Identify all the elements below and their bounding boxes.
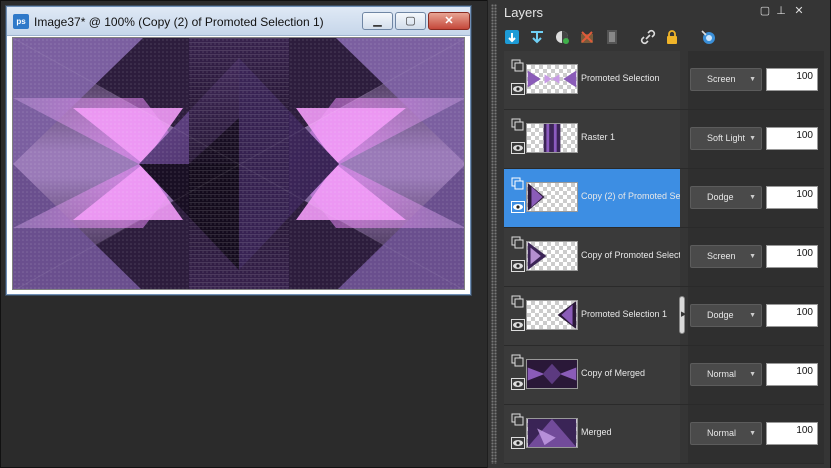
eye-icon[interactable] xyxy=(511,260,525,272)
chevron-down-icon: ▼ xyxy=(749,312,756,319)
blend-mode-value: Screen xyxy=(707,74,736,84)
blend-mode-value: Dodge xyxy=(707,192,734,202)
layer-properties-icon[interactable] xyxy=(698,27,718,47)
layer-name[interactable]: Copy (2) of Promoted Selection 1 xyxy=(581,191,680,201)
layer-name[interactable]: Copy of Merged xyxy=(581,368,680,378)
chevron-down-icon: ▼ xyxy=(749,430,756,437)
blend-mode-value: Soft Light xyxy=(707,133,746,143)
eye-icon[interactable] xyxy=(511,437,525,449)
layer-group-icon[interactable] xyxy=(511,59,524,72)
blend-mode-dropdown[interactable]: Dodge ▼ xyxy=(690,186,762,209)
new-vector-layer-icon[interactable] xyxy=(527,27,547,47)
opacity-slider[interactable]: 100 xyxy=(766,363,818,386)
lock-layer-icon[interactable] xyxy=(662,27,682,47)
chevron-down-icon: ▼ xyxy=(749,253,756,260)
blend-mode-value: Screen xyxy=(707,251,736,261)
layer-name[interactable]: Copy of Promoted Selection 1 xyxy=(581,250,680,260)
eye-icon[interactable] xyxy=(511,378,525,390)
blend-mode-value: Dodge xyxy=(707,310,734,320)
layer-group-icon[interactable] xyxy=(511,413,524,426)
chevron-down-icon: ▼ xyxy=(749,76,756,83)
eye-icon[interactable] xyxy=(511,319,525,331)
chevron-down-icon: ▼ xyxy=(749,371,756,378)
blend-mode-dropdown[interactable]: Dodge ▼ xyxy=(690,304,762,327)
app-icon: ps xyxy=(13,14,29,29)
canvas-artwork xyxy=(13,38,464,289)
merge-layer-icon[interactable] xyxy=(602,27,622,47)
opacity-value: 100 xyxy=(796,71,813,82)
image-canvas[interactable] xyxy=(12,37,465,290)
blend-mode-dropdown[interactable]: Normal ▼ xyxy=(690,422,762,445)
new-raster-layer-icon[interactable] xyxy=(502,27,522,47)
layer-name[interactable]: Promoted Selection 1 xyxy=(581,309,680,319)
opacity-slider[interactable]: 100 xyxy=(766,127,818,150)
blend-mode-dropdown[interactable]: Normal ▼ xyxy=(690,363,762,386)
blend-mode-dropdown[interactable]: Screen ▼ xyxy=(690,245,762,268)
layer-row[interactable]: Merged Normal ▼ 100 xyxy=(504,405,824,464)
opacity-value: 100 xyxy=(796,307,813,318)
layer-group-icon[interactable] xyxy=(511,295,524,308)
layer-row[interactable]: Promoted Selection 1 Dodge ▼ 100 xyxy=(504,287,824,346)
close-button[interactable]: ✕ xyxy=(428,12,470,30)
layer-row[interactable]: Raster 1 Soft Light ▼ 100 xyxy=(504,110,824,169)
chevron-right-icon: ▶ xyxy=(681,311,687,318)
eye-icon[interactable] xyxy=(511,83,525,95)
opacity-slider[interactable]: 100 xyxy=(766,68,818,91)
layer-row-selected[interactable]: Copy (2) of Promoted Selection 1 Dodge▼ … xyxy=(504,169,824,228)
blend-mode-value: Normal xyxy=(707,428,737,438)
blend-mode-dropdown[interactable]: Soft Light ▼ xyxy=(690,127,762,150)
blend-mode-value: Normal xyxy=(707,369,737,379)
opacity-slider[interactable]: 100 xyxy=(766,245,818,268)
image-window-titlebar[interactable]: ps Image37* @ 100% (Copy (2) of Promoted… xyxy=(7,7,470,36)
layers-panel-title: Layers xyxy=(504,5,544,20)
link-layer-icon[interactable] xyxy=(638,27,658,47)
opacity-value: 100 xyxy=(796,248,813,259)
opacity-slider[interactable]: 100 xyxy=(766,186,818,209)
new-mask-layer-icon[interactable] xyxy=(552,27,572,47)
layer-name[interactable]: Promoted Selection xyxy=(581,73,680,83)
layer-thumbnail xyxy=(526,64,578,94)
layer-group-icon[interactable] xyxy=(511,236,524,249)
chevron-down-icon: ▼ xyxy=(749,135,756,142)
panel-close-button[interactable]: ✕ xyxy=(793,5,805,17)
blend-mode-dropdown[interactable]: Screen ▼ xyxy=(690,68,762,91)
layer-name[interactable]: Raster 1 xyxy=(581,132,680,142)
image-window-title: Image37* @ 100% (Copy (2) of Promoted Se… xyxy=(34,15,324,29)
layer-thumbnail xyxy=(526,300,578,330)
layer-row[interactable]: Copy of Promoted Selection 1 Screen ▼ 100 xyxy=(504,228,824,287)
image-window[interactable]: ps Image37* @ 100% (Copy (2) of Promoted… xyxy=(6,6,471,295)
opacity-value: 100 xyxy=(796,189,813,200)
minimize-button[interactable]: ▁ xyxy=(362,12,393,30)
layer-name[interactable]: Merged xyxy=(581,427,680,437)
opacity-slider[interactable]: 100 xyxy=(766,304,818,327)
layer-thumbnail xyxy=(526,241,578,271)
panel-pin-button[interactable]: ⊥ xyxy=(775,5,787,17)
eye-icon[interactable] xyxy=(511,142,525,154)
layer-group-icon[interactable] xyxy=(511,177,524,190)
layer-group-icon[interactable] xyxy=(511,354,524,367)
layers-toolbar xyxy=(502,25,822,49)
opacity-value: 100 xyxy=(796,425,813,436)
opacity-slider[interactable]: 100 xyxy=(766,422,818,445)
layer-thumbnail xyxy=(526,123,578,153)
opacity-value: 100 xyxy=(796,130,813,141)
panel-grip[interactable] xyxy=(491,4,497,464)
layer-thumbnail xyxy=(526,182,578,212)
delete-layer-icon[interactable] xyxy=(577,27,597,47)
maximize-button[interactable]: ▢ xyxy=(395,12,426,30)
layer-row[interactable]: Promoted Selection Screen ▼ 100 xyxy=(504,51,824,110)
layer-group-icon[interactable] xyxy=(511,118,524,131)
layer-row[interactable]: Copy of Merged Normal ▼ 100 xyxy=(504,346,824,405)
layer-thumbnail xyxy=(526,359,578,389)
eye-icon[interactable] xyxy=(511,201,525,213)
panel-restore-button[interactable]: ▢ xyxy=(759,5,771,17)
layer-thumbnail xyxy=(526,418,578,448)
opacity-value: 100 xyxy=(796,366,813,377)
layers-panel[interactable]: Layers ▢ ⊥ ✕ Promoted Selection Screen ▼… xyxy=(487,0,830,468)
chevron-down-icon: ▼ xyxy=(749,194,756,201)
